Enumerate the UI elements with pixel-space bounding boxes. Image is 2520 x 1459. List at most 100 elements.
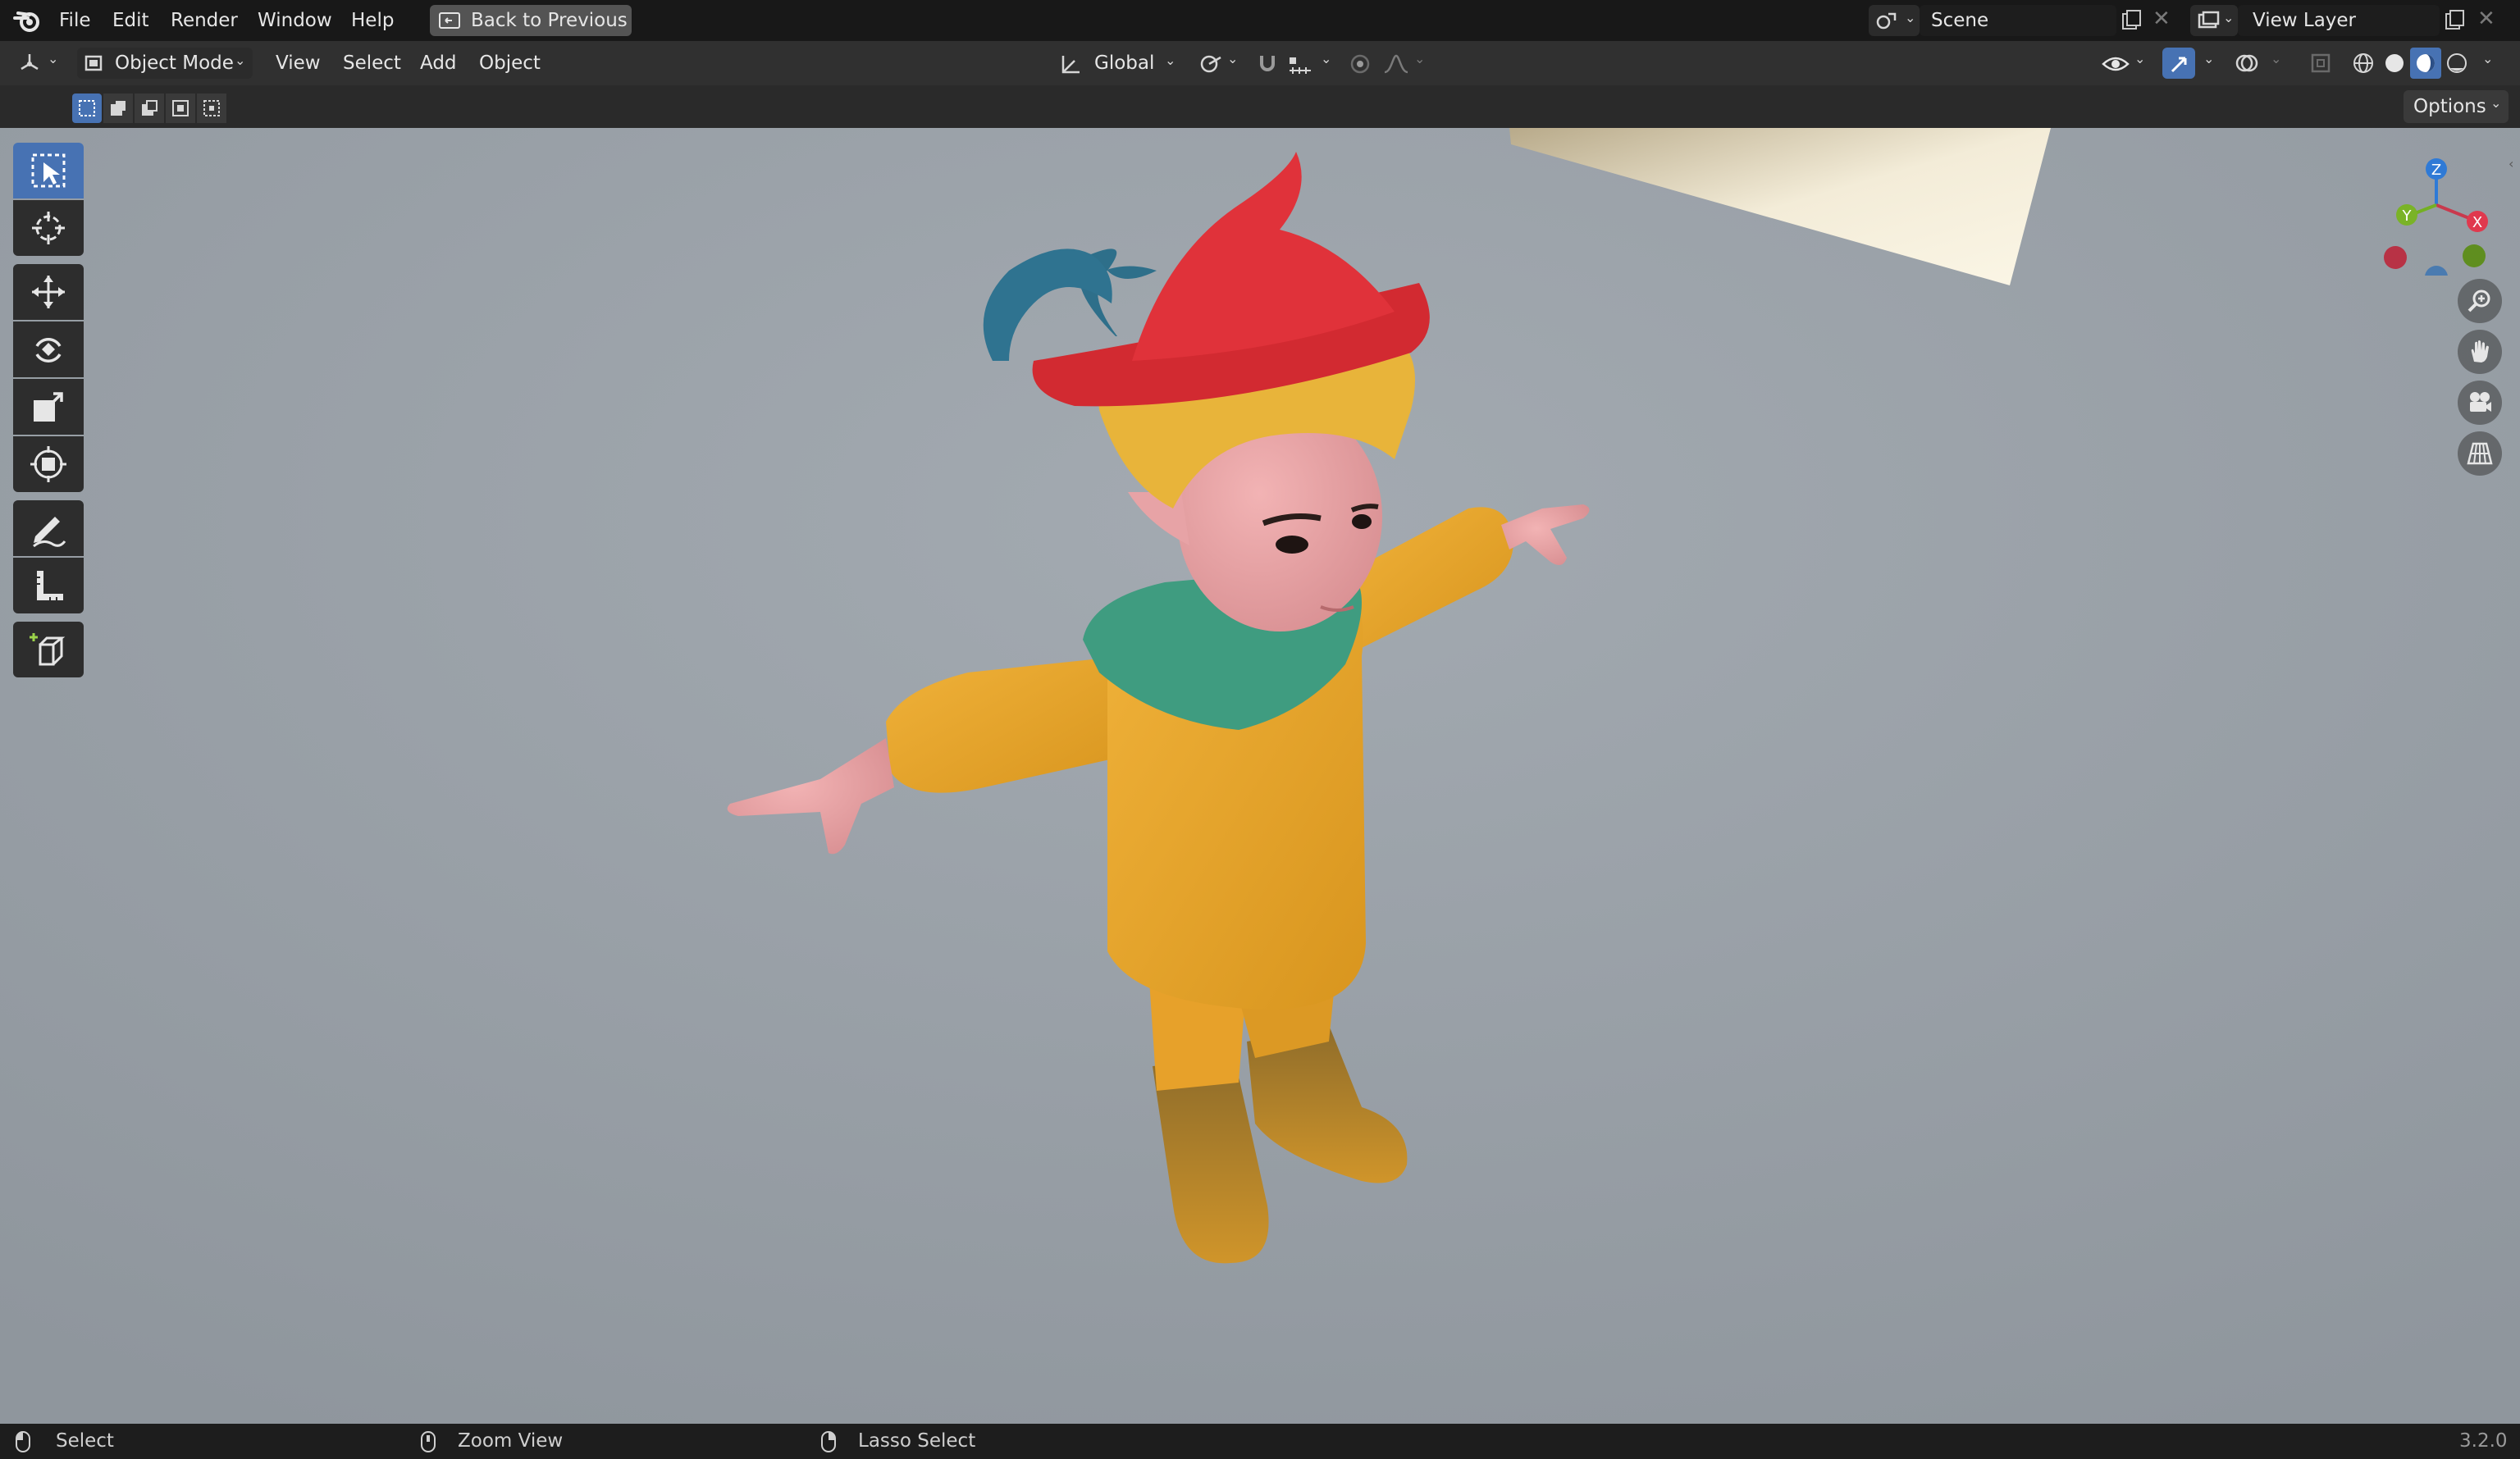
mouse-right-icon xyxy=(821,1431,836,1452)
3d-viewport[interactable]: Z X Y ‹ xyxy=(0,128,2520,1424)
menu-render[interactable]: Render xyxy=(171,0,238,41)
menu-edit[interactable]: Edit xyxy=(112,0,149,41)
view-layer-dropdown[interactable]: ⌄ xyxy=(2190,5,2238,36)
options-dropdown[interactable]: Options ⌄ xyxy=(2404,90,2509,123)
tool-rotate[interactable] xyxy=(13,321,84,377)
zoom-button[interactable] xyxy=(2458,279,2502,323)
menu-file[interactable]: File xyxy=(59,0,91,41)
overlays-icon xyxy=(2235,54,2258,72)
navigation-gizmo[interactable]: Z X Y xyxy=(2377,153,2500,276)
back-to-previous-label: Back to Previous xyxy=(471,10,628,31)
scene-name-field[interactable]: Scene xyxy=(1920,5,2116,36)
options-label: Options xyxy=(2413,96,2486,117)
snap-target-dropdown[interactable]: ⌄ xyxy=(1286,48,1335,79)
shading-wireframe-button[interactable] xyxy=(2348,48,2379,79)
chevron-down-icon: ⌄ xyxy=(2271,51,2282,66)
scene-type-dropdown[interactable]: ⌄ xyxy=(1869,5,1920,36)
status-lasso-select: Lasso Select xyxy=(858,1430,976,1452)
snap-toggle[interactable] xyxy=(1252,48,1285,79)
tool-measure[interactable] xyxy=(13,558,84,613)
orientation-label: Global xyxy=(1094,52,1155,74)
transform-icon xyxy=(30,446,66,482)
chevron-down-icon: ⌄ xyxy=(1414,51,1426,66)
select-mode-invert-button[interactable] xyxy=(166,93,195,123)
grid-icon xyxy=(2467,442,2493,465)
tool-transform[interactable] xyxy=(13,436,84,492)
shading-material-button[interactable] xyxy=(2410,48,2441,79)
left-eye xyxy=(1276,536,1308,554)
cursor-icon xyxy=(32,212,65,244)
tool-select-box[interactable] xyxy=(13,143,84,198)
shading-solid-button[interactable] xyxy=(2379,48,2410,79)
shading-rendered-button[interactable] xyxy=(2441,48,2472,79)
transform-orientation-dropdown[interactable]: Global ⌄ xyxy=(1053,48,1186,79)
object-mode-dropdown[interactable]: Object Mode ⌄ xyxy=(77,48,253,79)
tool-cursor[interactable] xyxy=(13,200,84,256)
viewport-header: ⌄ Object Mode ⌄ View Select Add Object G… xyxy=(0,41,2520,85)
delete-view-layer-icon[interactable]: ✕ xyxy=(2477,7,2495,31)
menu-object[interactable]: Object xyxy=(479,41,541,85)
select-mode-new-button[interactable] xyxy=(72,93,102,123)
gizmo-icon xyxy=(2171,57,2187,73)
show-gizmo-toggle[interactable] xyxy=(2162,48,2195,79)
chevron-down-icon: ⌄ xyxy=(1321,51,1332,66)
new-view-layer-icon[interactable] xyxy=(2443,8,2468,33)
wireframe-sphere-icon xyxy=(2353,53,2373,73)
tool-add-cube[interactable] xyxy=(13,622,84,677)
object-mode-icon xyxy=(84,55,103,71)
axis-y-label: Y xyxy=(2402,207,2413,225)
show-overlays-toggle[interactable] xyxy=(2231,48,2264,79)
sidebar-toggle-icon[interactable]: ‹ xyxy=(2509,156,2520,176)
view-layer-icon xyxy=(2198,11,2220,29)
proportional-falloff-dropdown[interactable]: ⌄ xyxy=(1380,48,1429,79)
eye-icon xyxy=(2102,57,2130,71)
snap-increment-icon xyxy=(1290,57,1311,74)
menu-window[interactable]: Window xyxy=(258,0,332,41)
pan-button[interactable] xyxy=(2458,330,2502,374)
blender-logo-icon[interactable] xyxy=(13,8,41,33)
visibility-dropdown[interactable]: ⌄ xyxy=(2098,48,2149,79)
viewport-scene xyxy=(0,128,2520,1424)
select-mode-subtract-button[interactable] xyxy=(135,93,164,123)
hand-icon xyxy=(2471,340,2489,362)
camera-icon xyxy=(2470,392,2491,412)
scale-icon xyxy=(34,392,63,422)
tool-scale[interactable] xyxy=(13,379,84,435)
overlays-options-dropdown[interactable]: ⌄ xyxy=(2266,48,2289,79)
select-subtract-icon xyxy=(142,100,158,116)
status-bar: Select Zoom View Lasso Select 3.2.0 xyxy=(0,1424,2520,1459)
shading-options-dropdown[interactable]: ⌄ xyxy=(2476,48,2500,79)
chevron-down-icon: ⌄ xyxy=(1227,51,1239,66)
camera-view-button[interactable] xyxy=(2458,381,2502,425)
move-icon xyxy=(32,276,65,308)
menu-view[interactable]: View xyxy=(276,41,321,85)
scene-name: Scene xyxy=(1931,10,1989,31)
new-scene-icon[interactable] xyxy=(2120,8,2144,33)
status-zoom-view: Zoom View xyxy=(458,1430,564,1452)
chevron-down-icon: ⌄ xyxy=(2134,51,2146,66)
tool-annotate[interactable] xyxy=(13,500,84,556)
menu-add[interactable]: Add xyxy=(420,41,457,85)
menu-select[interactable]: Select xyxy=(343,41,401,85)
xray-icon xyxy=(2311,53,2331,73)
menu-help[interactable]: Help xyxy=(351,0,394,41)
select-mode-extend-button[interactable] xyxy=(103,93,133,123)
back-to-previous-button[interactable]: Back to Previous xyxy=(430,5,632,36)
view-layer-name-field[interactable]: View Layer xyxy=(2238,5,2440,36)
object-mode-label: Object Mode xyxy=(115,52,234,74)
xray-toggle[interactable] xyxy=(2307,48,2336,79)
delete-scene-icon[interactable]: ✕ xyxy=(2152,7,2171,31)
proportional-edit-icon xyxy=(1350,54,1370,74)
select-box-icon xyxy=(31,153,66,188)
orientation-global-icon xyxy=(1061,56,1080,74)
version-label: 3.2.0 xyxy=(2459,1430,2508,1452)
zoom-icon xyxy=(2468,290,2490,312)
editor-type-dropdown[interactable]: ⌄ xyxy=(13,48,64,79)
chevron-down-icon: ⌄ xyxy=(48,51,59,66)
pivot-point-dropdown[interactable]: ⌄ xyxy=(1196,48,1242,79)
gizmo-options-dropdown[interactable]: ⌄ xyxy=(2198,48,2221,79)
select-mode-intersect-button[interactable] xyxy=(197,93,226,123)
tool-move[interactable] xyxy=(13,264,84,320)
proportional-editing-toggle[interactable] xyxy=(1345,48,1378,79)
perspective-toggle-button[interactable] xyxy=(2458,431,2502,476)
